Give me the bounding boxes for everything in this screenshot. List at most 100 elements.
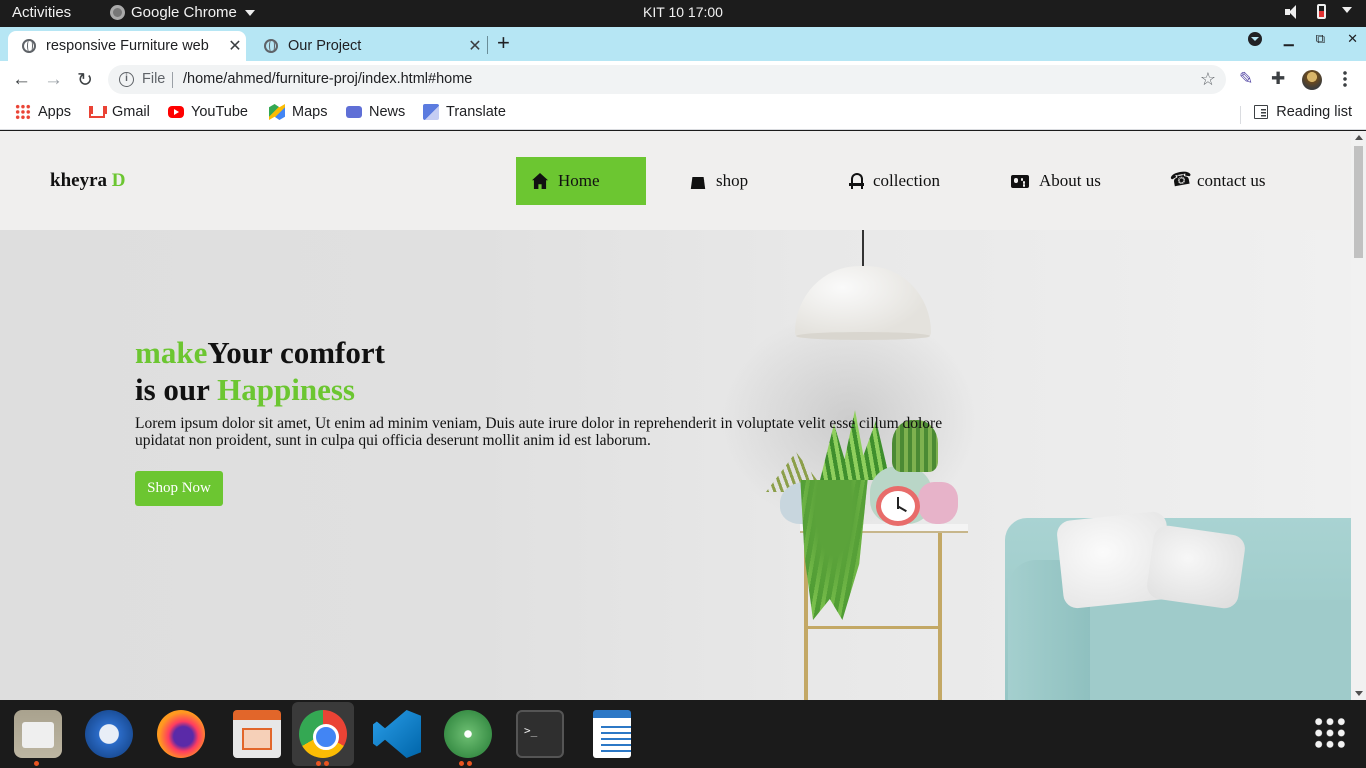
maps-icon	[269, 104, 285, 120]
pink-vase	[918, 482, 958, 524]
reload-icon[interactable]: ↻	[77, 69, 93, 92]
bookmark-label: Gmail	[112, 104, 150, 120]
hero-heading-accent: make	[135, 335, 208, 370]
bookmark-maps[interactable]: Maps	[269, 104, 327, 120]
forward-arrow-icon[interactable]: →	[44, 69, 63, 91]
browser-tab[interactable]: Our Project ✕	[250, 31, 486, 61]
browser-tab-strip: responsive Furniture web ✕ Our Project ✕	[0, 27, 1366, 61]
atom-app-icon[interactable]	[444, 710, 492, 766]
profile-avatar[interactable]	[1302, 70, 1322, 90]
address-bar[interactable]: i File /home/ahmed/furniture-proj/index.…	[108, 65, 1226, 94]
url-scheme: File	[142, 71, 166, 87]
chrome-app-icon[interactable]	[299, 710, 347, 758]
bookmarks-divider	[1240, 106, 1242, 124]
impress-app-icon[interactable]	[233, 710, 281, 758]
volume-icon[interactable]	[1285, 4, 1301, 19]
sofa-pillow	[1145, 523, 1247, 611]
tab-search-icon[interactable]	[1247, 32, 1262, 46]
youtube-icon	[168, 106, 184, 118]
page-viewport: kheyra D Home shop collection About us c…	[0, 131, 1351, 700]
writer-app-icon[interactable]	[593, 710, 631, 758]
bookmark-apps[interactable]: Apps	[15, 104, 71, 120]
scroll-up-icon[interactable]	[1355, 135, 1363, 140]
phone-icon	[1171, 173, 1187, 189]
apps-grid-icon	[15, 104, 31, 120]
restore-icon[interactable]: ⧉	[1316, 31, 1325, 47]
gmail-icon	[89, 106, 105, 118]
vscode-app-icon[interactable]	[373, 710, 421, 758]
table-clock	[876, 486, 920, 526]
browser-toolbar: ← → ↻ i File /home/ahmed/furniture-proj/…	[0, 61, 1366, 98]
nav-shop[interactable]: shop	[690, 157, 748, 205]
nav-contact-us[interactable]: contact us	[1171, 157, 1265, 205]
bookmark-news[interactable]: News	[346, 104, 405, 120]
scrollbar-thumb[interactable]	[1354, 146, 1363, 258]
more-menu-icon[interactable]	[1343, 70, 1347, 88]
reading-list-button[interactable]: Reading list	[1240, 104, 1352, 124]
hero-heading-accent: Happiness	[217, 372, 355, 407]
system-top-bar: Activities Google Chrome KIT 10 17:00	[0, 0, 1366, 27]
bookmark-label: Apps	[38, 104, 72, 120]
site-header: kheyra D Home shop collection About us c…	[0, 131, 1351, 230]
side-table-rail	[806, 626, 940, 629]
hero-heading: makeYour comfort is our Happiness	[135, 334, 385, 408]
minimize-icon[interactable]: ▁	[1284, 31, 1294, 47]
thunderbird-app-icon[interactable]	[85, 710, 133, 758]
chair-icon	[849, 173, 864, 189]
side-table-leg	[938, 533, 942, 700]
back-arrow-icon[interactable]: ←	[12, 69, 31, 91]
bookmark-label: News	[369, 104, 406, 120]
nav-collection[interactable]: collection	[849, 157, 941, 205]
browser-tab-active[interactable]: responsive Furniture web ✕	[8, 31, 246, 61]
home-icon	[532, 173, 548, 189]
hero-heading-text: Your comfort	[207, 335, 385, 370]
nav-label: About us	[1039, 171, 1101, 190]
system-clock[interactable]: KIT 10 17:00	[0, 4, 1366, 20]
battery-icon[interactable]	[1317, 4, 1326, 19]
bookmarks-bar: Apps Gmail YouTube Maps News Translate R…	[0, 98, 1366, 130]
translate-icon	[423, 104, 439, 120]
chrome-dock-slot[interactable]	[292, 702, 354, 766]
shop-now-button[interactable]: Shop Now	[135, 471, 223, 506]
nav-about-us[interactable]: About us	[1011, 157, 1101, 205]
firefox-app-icon[interactable]	[157, 710, 205, 758]
bookmark-label: YouTube	[191, 104, 248, 120]
nav-label: Home	[558, 171, 600, 190]
extensions-puzzle-icon[interactable]: ✚	[1271, 69, 1285, 89]
new-tab-button[interactable]: +	[497, 30, 510, 56]
url-text[interactable]: /home/ahmed/furniture-proj/index.html#ho…	[183, 71, 472, 87]
files-app-icon[interactable]	[14, 710, 62, 766]
site-info-icon[interactable]: i	[119, 72, 134, 87]
page-scrollbar[interactable]	[1351, 131, 1366, 700]
scroll-down-icon[interactable]	[1355, 691, 1363, 696]
nav-home[interactable]: Home	[516, 157, 646, 205]
nav-label: collection	[873, 171, 941, 190]
bookmark-gmail[interactable]: Gmail	[89, 104, 150, 120]
globe-icon	[264, 39, 278, 53]
site-logo[interactable]: kheyra D	[50, 170, 125, 192]
news-icon	[346, 106, 362, 118]
reading-list-label: Reading list	[1276, 104, 1352, 120]
hero-paragraph-line: upidatat non proident, sunt in culpa qui…	[135, 432, 651, 449]
eyedropper-extension-icon[interactable]: ✎	[1239, 69, 1253, 89]
bookmark-youtube[interactable]: YouTube	[168, 104, 248, 120]
close-tab-icon[interactable]: ✕	[464, 36, 486, 56]
logo-accent: D	[111, 170, 126, 191]
lamp-rim	[796, 332, 930, 340]
bookmark-label: Maps	[292, 104, 328, 120]
close-window-icon[interactable]: ✕	[1347, 31, 1358, 47]
close-tab-icon[interactable]: ✕	[224, 36, 246, 56]
bookmark-label: Translate	[446, 104, 506, 120]
bookmark-translate[interactable]: Translate	[423, 104, 506, 120]
bookmark-star-icon[interactable]: ☆	[1200, 69, 1216, 90]
running-indicator	[459, 761, 464, 766]
system-tray[interactable]	[1285, 4, 1352, 19]
power-menu-icon[interactable]	[1342, 6, 1352, 17]
terminal-glyph: >_	[524, 724, 538, 737]
show-applications-icon[interactable]	[1313, 716, 1347, 750]
tab-title: Our Project	[288, 38, 362, 54]
tab-divider	[487, 36, 488, 54]
terminal-app-icon[interactable]: >_	[516, 710, 564, 758]
id-card-icon	[1011, 174, 1029, 188]
lamp-cord	[862, 230, 864, 266]
